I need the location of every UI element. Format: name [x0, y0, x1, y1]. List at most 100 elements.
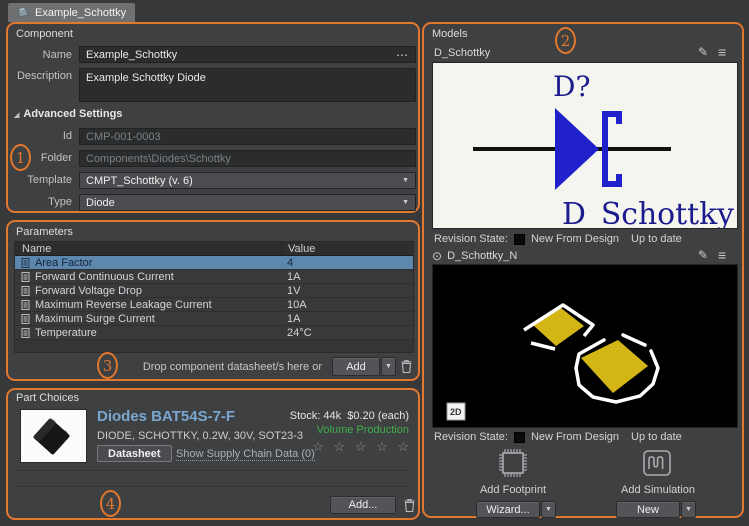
parameter-name: Forward Continuous Current	[35, 271, 174, 283]
parameter-name: Area Factor	[35, 257, 92, 269]
revision-state-swatch	[514, 432, 525, 443]
template-label: Template	[8, 174, 72, 186]
parameter-icon	[21, 258, 30, 268]
part-title[interactable]: Diodes BAT54S-7-F	[97, 408, 235, 425]
simulation-new-button[interactable]: New	[616, 501, 680, 518]
symbol-designator: D?	[553, 70, 590, 103]
component-section: Component Name Example_Schottky ⋯ Descri…	[6, 22, 420, 213]
footprint-icon: ⊙	[432, 250, 442, 262]
column-name[interactable]: Name	[15, 242, 281, 255]
add-footprint-label[interactable]: Add Footprint	[448, 484, 578, 496]
silkscreen-outline	[623, 335, 645, 345]
schematic-symbol-canvas[interactable]: D? D_Schottky	[432, 62, 738, 229]
folder-value: Components\Diodes\Schottky	[86, 153, 231, 165]
chevron-down-icon: ▼	[402, 199, 409, 206]
parameter-icon	[21, 314, 30, 324]
datasheet-button[interactable]: Datasheet	[97, 445, 172, 462]
view-2d-toggle[interactable]: 2D	[450, 407, 462, 417]
expand-icon: ◢	[14, 112, 19, 119]
add-footprint-icon[interactable]	[496, 445, 530, 481]
tab-example-schottky[interactable]: Example_Schottky	[8, 3, 135, 22]
divider	[16, 486, 410, 487]
parameter-value: 24°C	[281, 327, 312, 339]
parameter-name: Maximum Surge Current	[35, 313, 155, 325]
part-choices-header: Part Choices	[16, 392, 79, 404]
symbol-menu-icon[interactable]: ≡	[718, 45, 726, 59]
column-value[interactable]: Value	[281, 242, 315, 255]
parameter-icon	[21, 328, 30, 338]
more-button[interactable]: ⋯	[396, 48, 409, 62]
table-row[interactable]: Forward Voltage Drop 1V	[15, 284, 413, 298]
type-value: Diode	[86, 197, 115, 209]
parameter-name: Temperature	[35, 327, 97, 339]
type-select[interactable]: Diode ▼	[79, 194, 416, 211]
rating-stars[interactable]: ☆ ☆ ☆ ☆ ☆	[312, 439, 412, 455]
revision-state-label: Revision State:	[434, 431, 508, 443]
id-value: CMP-001-0003	[86, 131, 161, 143]
delete-part-choice-icon[interactable]	[403, 498, 416, 513]
footprint-3d-canvas[interactable]: 2D	[432, 264, 738, 428]
description-input[interactable]: Example Schottky Diode	[79, 68, 416, 102]
table-row[interactable]: Forward Continuous Current 1A	[15, 270, 413, 284]
id-input: CMP-001-0003	[79, 128, 416, 145]
table-row[interactable]: Maximum Surge Current 1A	[15, 312, 413, 326]
footprint-menu-icon[interactable]: ≡	[718, 248, 726, 262]
revision-state-value: New From Design	[531, 431, 619, 443]
supply-chain-link[interactable]: Show Supply Chain Data (0)	[176, 448, 315, 461]
delete-parameter-icon[interactable]	[400, 359, 413, 374]
description-label: Description	[8, 70, 72, 82]
diode-triangle	[555, 108, 599, 190]
name-value: Example_Schottky	[86, 49, 177, 61]
edit-symbol-icon[interactable]: ✎	[698, 46, 708, 58]
chevron-down-icon: ▼	[545, 506, 552, 513]
footprint-wizard-button[interactable]: Wizard...	[476, 501, 540, 518]
part-choices-section: Part Choices Diodes BAT54S-7-F DIODE, SC…	[6, 388, 420, 520]
parameter-value: 10A	[281, 299, 307, 311]
type-label: Type	[8, 196, 72, 208]
simulation-new-dropdown[interactable]: ▼	[681, 501, 696, 518]
add-parameter-dropdown[interactable]: ▼	[381, 357, 396, 376]
footprint-wizard-dropdown[interactable]: ▼	[541, 501, 556, 518]
status-badge: Volume Production	[317, 424, 409, 436]
chevron-down-icon: ▼	[402, 177, 409, 184]
divider	[16, 470, 410, 471]
models-header: Models	[432, 28, 467, 40]
parameter-name: Maximum Reverse Leakage Current	[35, 299, 212, 311]
component-header: Component	[16, 28, 73, 40]
table-row[interactable]: Maximum Reverse Leakage Current 10A	[15, 298, 413, 312]
parameter-value: 1A	[281, 313, 300, 325]
advanced-settings-header[interactable]: ◢ Advanced Settings	[14, 108, 122, 120]
table-row[interactable]: Area Factor 4	[15, 256, 413, 270]
advanced-settings-label: Advanced Settings	[23, 108, 122, 120]
models-section: Models D_Schottky ✎ ≡ D? D_Schottky Revi…	[422, 22, 744, 518]
parameter-value: 1A	[281, 271, 300, 283]
stock-value: Stock: 44k	[290, 410, 341, 422]
add-part-choice-button[interactable]: Add...	[330, 496, 396, 514]
part-description: DIODE, SCHOTTKY, 0.2W, 30V, SOT23-3	[97, 430, 303, 442]
symbol-model-name: D_Schottky	[434, 47, 490, 59]
tab-title: Example_Schottky	[35, 7, 126, 19]
parameter-icon	[21, 300, 30, 310]
name-input[interactable]: Example_Schottky ⋯	[79, 46, 416, 63]
parameter-name: Forward Voltage Drop	[35, 285, 142, 297]
edit-footprint-icon[interactable]: ✎	[698, 249, 708, 261]
stock-info: Stock: 44k $0.20 (each)	[290, 410, 409, 422]
table-row[interactable]: Temperature 24°C	[15, 326, 413, 340]
parameters-table: Name Value Area Factor 4 Forward Continu…	[14, 241, 414, 353]
template-value: CMPT_Schottky (v. 6)	[86, 175, 193, 187]
id-label: Id	[8, 130, 72, 142]
add-parameter-button[interactable]: Add	[332, 357, 380, 376]
component-icon	[17, 7, 30, 18]
drop-datasheet-hint: Drop component datasheet/s here or	[143, 361, 322, 373]
template-select[interactable]: CMPT_Schottky (v. 6) ▼	[79, 172, 416, 189]
name-label: Name	[8, 49, 72, 61]
chevron-down-icon: ▼	[685, 506, 692, 513]
revision-status: Up to date	[631, 431, 682, 443]
silkscreen-outline	[531, 343, 555, 349]
parameter-icon	[21, 286, 30, 296]
annotation-circle-4: 4	[100, 490, 121, 517]
revision-state-swatch	[514, 234, 525, 245]
add-simulation-icon[interactable]	[640, 448, 674, 478]
add-simulation-label[interactable]: Add Simulation	[593, 484, 723, 496]
revision-state-value: New From Design	[531, 233, 619, 245]
